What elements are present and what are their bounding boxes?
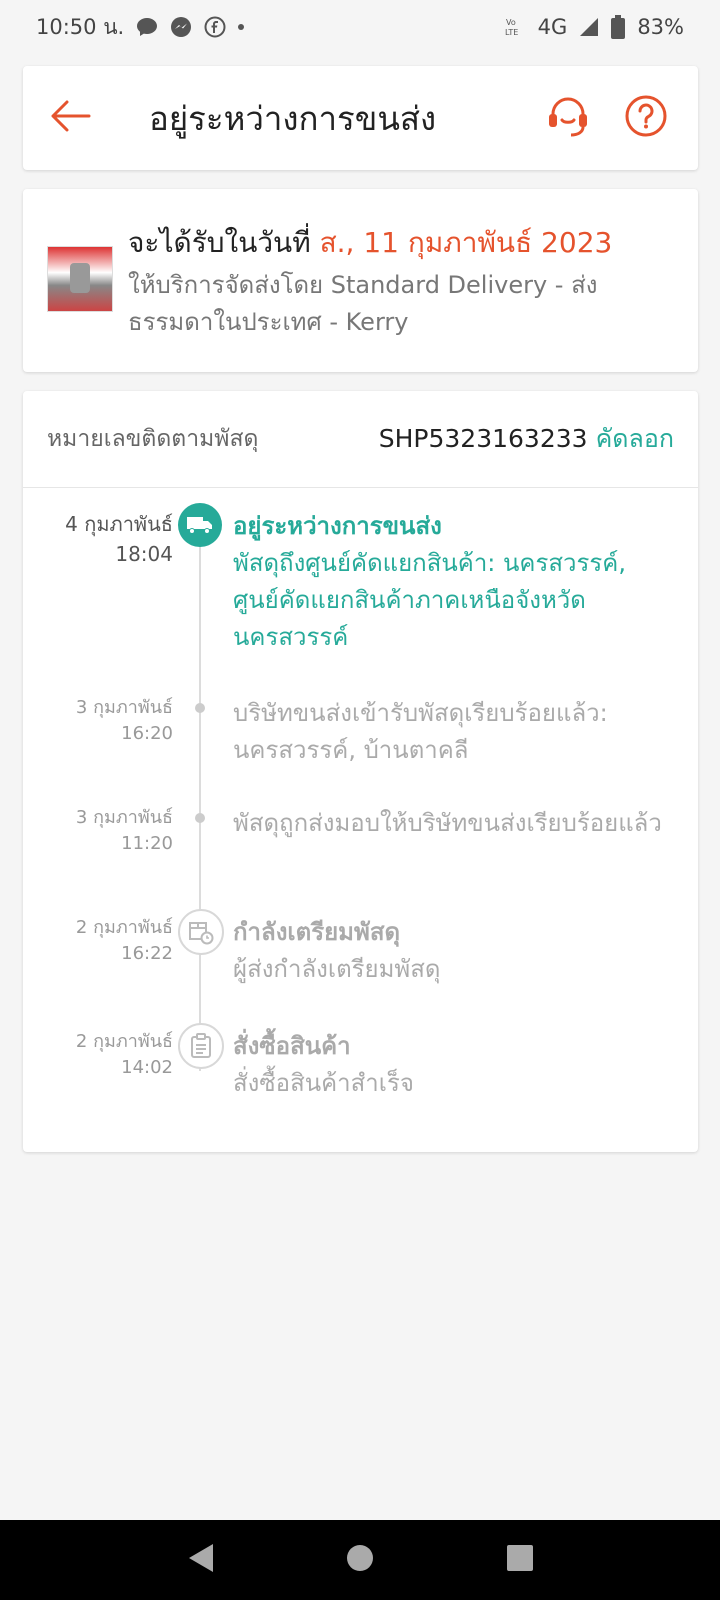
app-header: อยู่ระหว่างการขนส่ง xyxy=(23,66,698,170)
support-button[interactable] xyxy=(540,90,596,146)
truck-icon xyxy=(178,503,222,547)
event-time: 16:22 xyxy=(121,943,173,964)
headset-support-icon xyxy=(545,93,591,143)
event-time: 14:02 xyxy=(121,1057,173,1078)
event-description: บริษัทขนส่งเข้ารับพัสดุเรียบร้อยแล้ว: นค… xyxy=(233,699,608,764)
event-description: พัสดุถูกส่งมอบให้บริษัทขนส่งเรียบร้อยแล้… xyxy=(233,809,662,837)
system-nav-bar xyxy=(0,1520,720,1600)
back-button[interactable] xyxy=(45,93,95,143)
copy-button[interactable]: คัดลอก xyxy=(596,424,674,453)
estimated-delivery: จะได้รับในวันที่ ส., 11 กุมภาพันธ์ 2023 xyxy=(128,221,612,265)
battery-icon xyxy=(611,15,626,39)
notification-dot-icon xyxy=(238,24,245,30)
event-datetime: 2 กุมภาพันธ์ 14:02 xyxy=(76,1029,173,1081)
event-datetime: 4 กุมภาพันธ์ 18:04 xyxy=(65,509,173,569)
event-date: 3 กุมภาพันธ์ xyxy=(75,697,173,718)
event-time: 18:04 xyxy=(115,542,173,566)
event-time: 16:20 xyxy=(121,723,173,744)
nav-back-button[interactable] xyxy=(180,1540,220,1580)
event-date: 2 กุมภาพันธ์ xyxy=(75,917,173,938)
product-thumbnail[interactable] xyxy=(47,246,113,312)
help-question-icon xyxy=(624,94,668,142)
volte-icon: Vo LTE xyxy=(504,16,526,38)
timeline-dot xyxy=(195,813,205,823)
chat-bubble-icon xyxy=(136,17,158,37)
svg-text:LTE: LTE xyxy=(505,28,518,37)
square-recents-icon xyxy=(506,1544,534,1576)
package-clock-icon xyxy=(178,909,224,955)
event-time: 11:20 xyxy=(121,833,173,854)
circle-home-icon xyxy=(346,1544,374,1576)
estimated-delivery-prefix: จะได้รับในวันที่ xyxy=(128,226,311,259)
page-title: อยู่ระหว่างการขนส่ง xyxy=(149,98,437,138)
estimated-delivery-date: ส., 11 กุมภาพันธ์ 2023 xyxy=(319,226,613,259)
event-date: 4 กุมภาพันธ์ xyxy=(65,512,173,536)
event-description: สั่งซื้อสินค้าสำเร็จ xyxy=(233,1069,414,1097)
event-description: พัสดุถึงศูนย์คัดแยกสินค้า: นครสวรรค์, ศู… xyxy=(233,549,626,651)
status-time: 10:50 น. xyxy=(36,14,125,39)
signal-icon xyxy=(579,17,599,37)
nav-home-button[interactable] xyxy=(340,1540,380,1580)
svg-text:Vo: Vo xyxy=(506,18,516,27)
network-type: 4G xyxy=(537,15,568,39)
status-bar: 10:50 น. Vo LTE 4G 83% xyxy=(0,0,720,54)
event-date: 3 กุมภาพันธ์ xyxy=(75,807,173,828)
event-title: สั่งซื้อสินค้า xyxy=(233,1032,351,1060)
event-datetime: 2 กุมภาพันธ์ 16:22 xyxy=(76,915,173,967)
nav-recents-button[interactable] xyxy=(500,1540,540,1580)
timeline-dot xyxy=(195,703,205,713)
battery-level: 83% xyxy=(637,15,684,39)
tracking-card: หมายเลขติดตามพัสดุ SHP5323163233 คัดลอก 4… xyxy=(23,391,698,1152)
clipboard-icon xyxy=(178,1023,224,1069)
event-datetime: 3 กุมภาพันธ์ 11:20 xyxy=(76,805,173,857)
event-datetime: 3 กุมภาพันธ์ 16:20 xyxy=(76,695,173,747)
tracking-number-row: หมายเลขติดตามพัสดุ SHP5323163233 คัดลอก xyxy=(23,391,698,488)
delivery-service: ให้บริการจัดส่งโดย Standard Delivery - ส… xyxy=(128,271,598,336)
help-button[interactable] xyxy=(618,90,674,146)
event-title: กำลังเตรียมพัสดุ xyxy=(233,918,401,946)
event-title: อยู่ระหว่างการขนส่ง xyxy=(233,512,442,540)
delivery-info-card: จะได้รับในวันที่ ส., 11 กุมภาพันธ์ 2023 … xyxy=(23,189,698,372)
event-description: ผู้ส่งกำลังเตรียมพัสดุ xyxy=(233,955,441,983)
tracking-number: SHP5323163233 xyxy=(378,424,588,453)
messenger-icon xyxy=(170,16,192,38)
triangle-back-icon xyxy=(185,1542,215,1578)
event-date: 2 กุมภาพันธ์ xyxy=(75,1031,173,1052)
facebook-icon xyxy=(204,16,226,38)
tracking-number-label: หมายเลขติดตามพัสดุ xyxy=(47,426,259,452)
back-arrow-icon xyxy=(49,99,91,137)
timeline-line xyxy=(199,541,201,1071)
